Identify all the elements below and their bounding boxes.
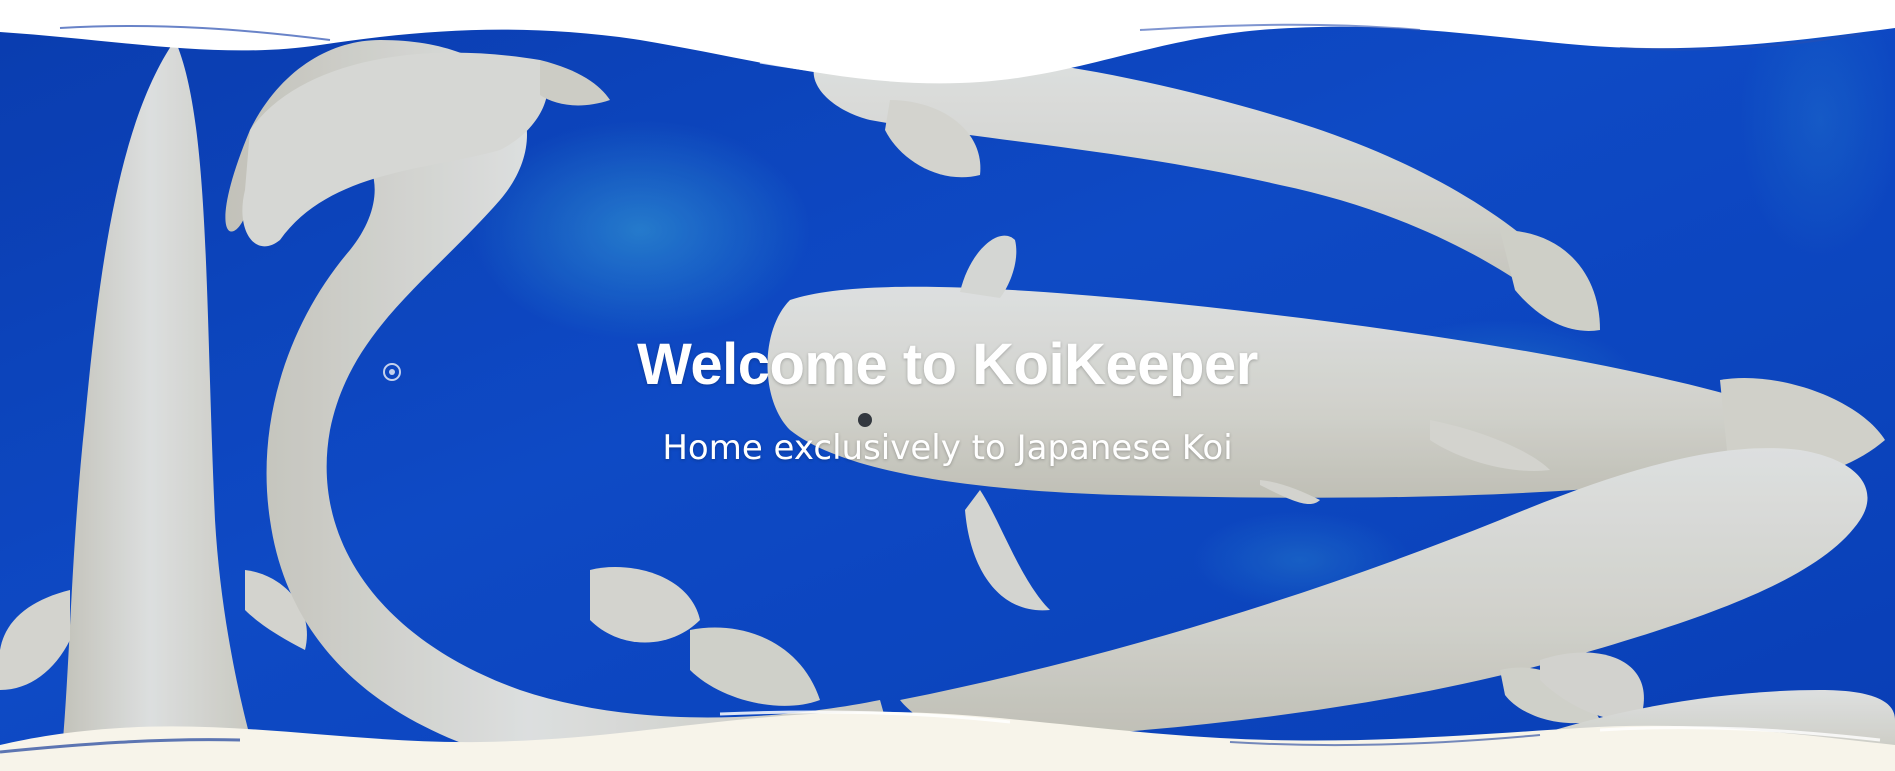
hero-subtitle: Home exclusively to Japanese Koi <box>662 428 1233 468</box>
hero-section: Welcome to KoiKeeper Home exclusively to… <box>0 0 1895 771</box>
hero-text-container: Welcome to KoiKeeper Home exclusively to… <box>0 0 1895 771</box>
hero-title: Welcome to KoiKeeper <box>637 332 1258 397</box>
